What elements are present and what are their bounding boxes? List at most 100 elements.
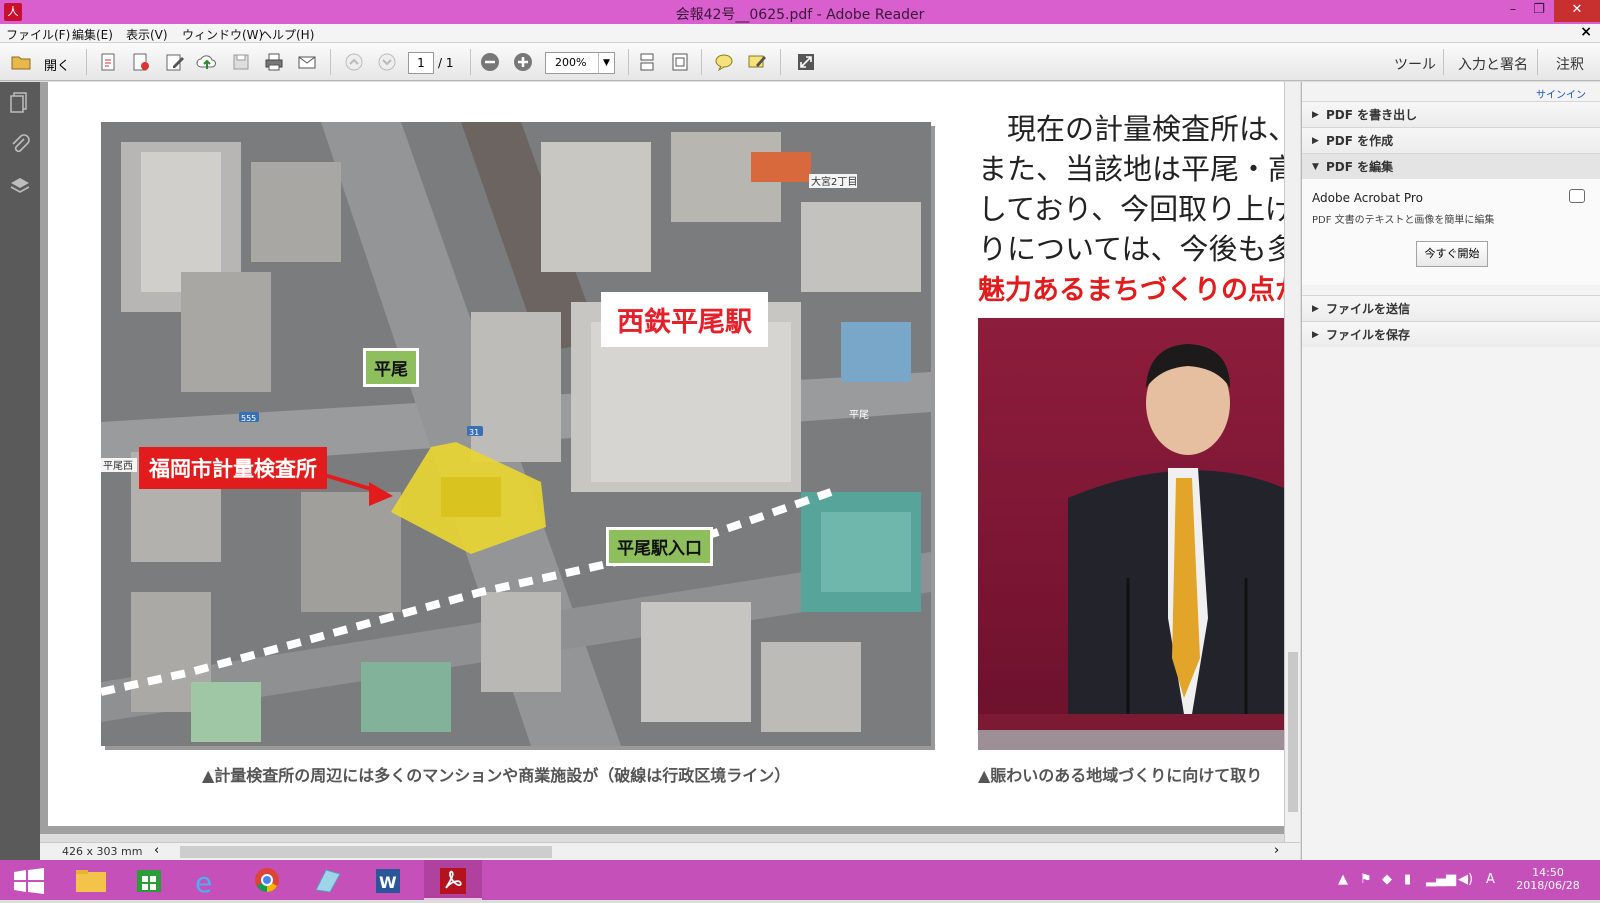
vertical-scrollbar[interactable] — [1284, 82, 1300, 842]
scroll-mode-icon[interactable] — [636, 51, 660, 73]
zoom-in-icon[interactable] — [512, 51, 536, 73]
edit-pdf-icon[interactable] — [164, 51, 188, 73]
clock-time: 14:50 — [1532, 866, 1564, 879]
speaker-photo — [978, 318, 1284, 750]
toolbar-divider — [780, 49, 781, 75]
menu-bar: ファイル(F) 編集(E) 表示(V) ウィンドウ(W) ヘルプ(H) × — [0, 24, 1600, 43]
email-icon[interactable] — [296, 51, 320, 73]
scroll-left-arrow[interactable]: ‹ — [154, 843, 159, 858]
zoom-out-icon[interactable] — [479, 51, 503, 73]
comment-icon[interactable] — [713, 51, 737, 73]
export-pdf-section[interactable]: ▶ PDF を書き出し — [1302, 101, 1600, 127]
chevron-right-icon: ▶ — [1312, 110, 1319, 120]
internet-explorer-icon[interactable]: e — [178, 860, 236, 900]
body-line-2: また、当該地は平尾・高宮 — [978, 152, 1284, 186]
page-number-input[interactable]: 1 — [408, 52, 434, 74]
acrobat-pro-icon[interactable] — [1569, 189, 1585, 203]
acrobat-promo: Adobe Acrobat Pro PDF 文書のテキストと画像を簡単に編集 今… — [1302, 179, 1600, 285]
station-label: 西鉄平尾駅 — [601, 292, 768, 347]
attachments-icon[interactable] — [8, 134, 32, 158]
file-explorer-icon[interactable] — [62, 860, 120, 900]
next-page-icon[interactable] — [376, 51, 400, 73]
fill-sign-tab[interactable]: 入力と署名 — [1458, 54, 1528, 74]
chevron-down-icon[interactable]: ▼ — [598, 53, 614, 73]
start-now-button[interactable]: 今すぐ開始 — [1416, 241, 1488, 267]
menu-edit[interactable]: 編集(E) — [72, 26, 113, 43]
print-icon[interactable] — [263, 51, 287, 73]
save-file-section[interactable]: ▶ ファイルを保存 — [1302, 321, 1600, 347]
export-pdf-icon[interactable] — [130, 51, 154, 73]
toolbar-divider — [628, 49, 629, 75]
start-icon[interactable] — [0, 860, 58, 900]
acrobat-reader-icon[interactable] — [424, 860, 482, 900]
app-icon[interactable] — [298, 860, 356, 900]
network-icon[interactable]: ▂▄▆ — [1426, 872, 1456, 887]
page-size-readout: 426 x 303 mm — [62, 845, 143, 858]
pdf-page: 大宮2丁目 平尾西 平尾 555 31 西鉄平尾駅 平尾 平尾駅入口 福岡市計量… — [48, 82, 1284, 826]
action-center-flag-icon[interactable]: ⚑ — [1360, 872, 1372, 887]
document-view[interactable]: 大宮2丁目 平尾西 平尾 555 31 西鉄平尾駅 平尾 平尾駅入口 福岡市計量… — [40, 82, 1284, 834]
toolbar-divider — [1537, 49, 1538, 75]
body-line-1: 現在の計量検査所は、 — [978, 112, 1284, 146]
power-icon[interactable]: ▮ — [1404, 872, 1411, 887]
menu-file[interactable]: ファイル(F) — [6, 26, 70, 43]
map-tag-top: 大宮2丁目 — [811, 175, 857, 188]
page-thumbnails-icon[interactable] — [8, 90, 32, 114]
open-button[interactable]: 開く — [44, 55, 70, 74]
close-button[interactable]: ✕ — [1554, 0, 1600, 22]
body-line-4: りについては、今後も多くの — [978, 232, 1284, 266]
volume-icon[interactable]: ◀) — [1458, 872, 1473, 887]
highlight-icon[interactable] — [746, 51, 770, 73]
chrome-icon[interactable] — [238, 860, 296, 900]
hirao-label: 平尾 — [363, 348, 419, 387]
comment-tab[interactable]: 注釈 — [1556, 54, 1584, 74]
horizontal-scrollbar[interactable]: 426 x 303 mm ‹ › — [40, 842, 1300, 860]
toolbar: 開く 1 / 1 200% ▼ ツール 入力と署名 注釈 — [0, 43, 1600, 81]
tools-panel: サインイン ▶ PDF を書き出し ▶ PDF を作成 ▼ PDF を編集 Ad… — [1301, 82, 1600, 860]
layers-icon[interactable] — [8, 174, 32, 198]
menu-window[interactable]: ウィンドウ(W) — [182, 26, 263, 43]
toolbar-divider — [330, 49, 331, 75]
menu-view[interactable]: 表示(V) — [126, 26, 168, 43]
save-icon[interactable] — [230, 51, 254, 73]
send-file-section[interactable]: ▶ ファイルを送信 — [1302, 295, 1600, 321]
fullscreen-icon[interactable] — [795, 51, 819, 73]
create-pdf-section[interactable]: ▶ PDF を作成 — [1302, 127, 1600, 153]
station-entrance-label: 平尾駅入口 — [606, 527, 713, 566]
show-hidden-icons-icon[interactable]: ▲ — [1338, 872, 1348, 887]
document-close-button[interactable]: × — [1580, 24, 1592, 40]
promo-description: PDF 文書のテキストと画像を簡単に編集 — [1312, 215, 1495, 226]
speaker-illustration — [978, 344, 1284, 750]
vertical-scroll-thumb[interactable] — [1288, 652, 1298, 812]
scroll-right-arrow[interactable]: › — [1274, 843, 1279, 858]
upload-cloud-icon[interactable] — [196, 51, 220, 73]
svg-text:e: e — [195, 866, 212, 899]
store-icon[interactable] — [120, 860, 178, 900]
word-icon[interactable]: W — [358, 860, 416, 900]
title-bar: 人 会報42号__0625.pdf - Adobe Reader – ❐ ✕ — [0, 0, 1600, 24]
zoom-select[interactable]: 200% ▼ — [545, 52, 615, 74]
facility-label: 福岡市計量検査所 — [139, 447, 327, 489]
fit-page-icon[interactable] — [669, 51, 693, 73]
chevron-right-icon: ▶ — [1312, 304, 1319, 314]
create-pdf-icon[interactable] — [98, 51, 122, 73]
system-clock[interactable]: 14:50 2018/06/28 — [1506, 866, 1590, 892]
toolbar-divider — [86, 49, 87, 75]
open-folder-icon[interactable] — [10, 51, 34, 73]
highlight-line: 魅力あるまちづくりの点か — [978, 275, 1284, 306]
ime-indicator[interactable]: A — [1486, 872, 1495, 887]
promo-title: Adobe Acrobat Pro — [1312, 191, 1423, 205]
signin-link[interactable]: サインイン — [1536, 86, 1586, 101]
edit-pdf-section[interactable]: ▼ PDF を編集 — [1302, 153, 1600, 179]
aerial-photo: 大宮2丁目 平尾西 平尾 555 31 西鉄平尾駅 平尾 平尾駅入口 福岡市計量… — [101, 122, 931, 746]
menu-help[interactable]: ヘルプ(H) — [260, 26, 314, 43]
dropbox-icon[interactable]: ◆ — [1382, 872, 1392, 887]
zoom-value: 200% — [555, 56, 587, 69]
photo-caption: ▲賑わいのある地域づくりに向けて取り — [978, 766, 1263, 785]
previous-page-icon[interactable] — [343, 51, 367, 73]
export-pdf-label: PDF を書き出し — [1326, 108, 1418, 122]
maximize-button[interactable]: ❐ — [1526, 0, 1552, 22]
horizontal-scroll-thumb[interactable] — [180, 846, 552, 858]
minimize-button[interactable]: – — [1500, 0, 1526, 22]
tools-tab[interactable]: ツール — [1394, 54, 1436, 74]
